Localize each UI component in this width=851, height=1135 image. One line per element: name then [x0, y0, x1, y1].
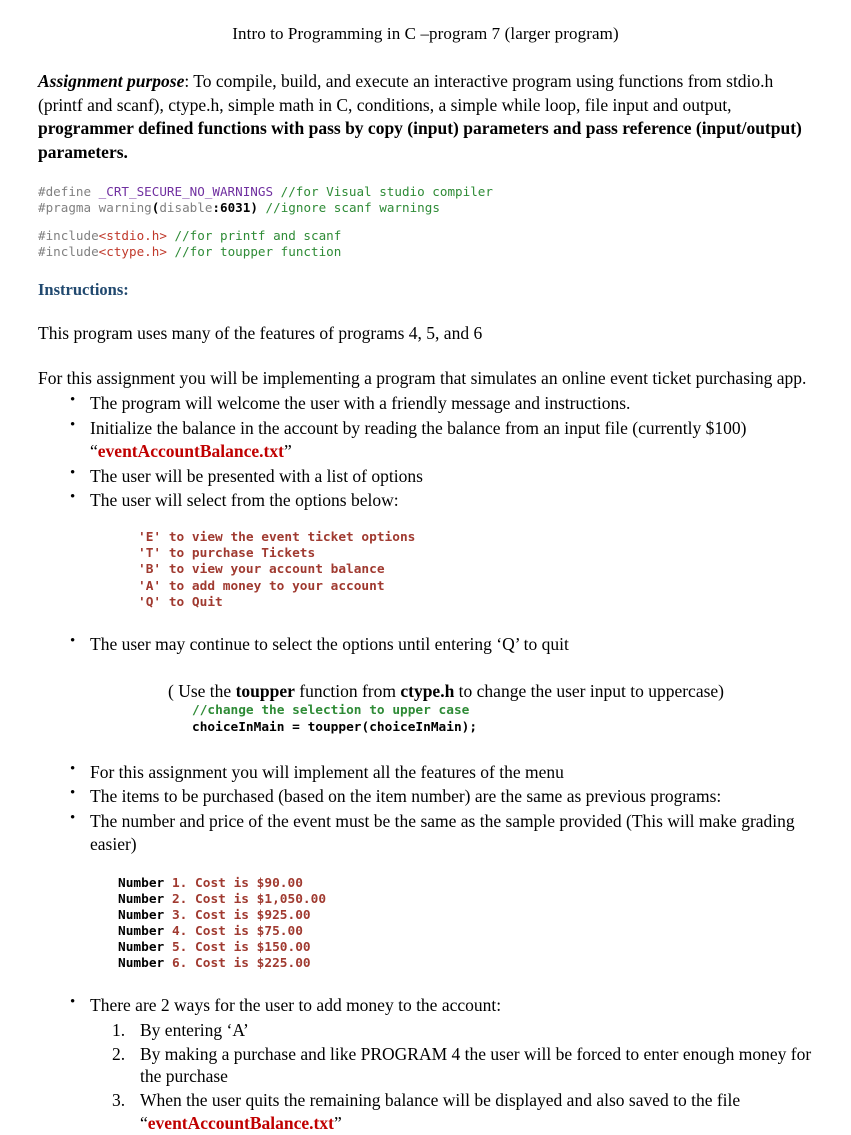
list-item-text: The user may continue to select the opti… [90, 633, 569, 654]
list-item: By making a purchase and like PROGRAM 4 … [112, 1043, 830, 1089]
toupper-code-statement: choiceInMain = toupper(choiceInMain); [192, 719, 478, 735]
list-item-text: The user will select from the options be… [90, 490, 399, 511]
ctype-header-name: ctype.h [400, 680, 455, 701]
list-item-text: For this assignment you will implement a… [90, 761, 564, 782]
file-reference: eventAccountBalance.txt [147, 1112, 334, 1133]
list-item: By entering ‘A’ [112, 1019, 830, 1042]
list-item-text: The program will welcome the user with a… [90, 393, 631, 414]
price-row-label: Number [118, 891, 172, 907]
toupper-code-block: //change the selection to upper case cho… [192, 703, 851, 736]
preprocessor-code-block: #define _CRT_SECURE_NO_WARNINGS //for Vi… [38, 184, 851, 260]
assignment-purpose-paragraph: Assignment purpose: To compile, build, a… [38, 70, 814, 164]
list-item-text: Initialize the balance in the account by… [90, 418, 747, 439]
price-row-value: 4. Cost is $75.00 [171, 923, 303, 939]
menu-option-t: 'T' to purchase Tickets [138, 546, 316, 562]
intro-paragraph: This program uses many of the features o… [38, 322, 483, 343]
file-quote-open: “ [140, 1112, 148, 1133]
toupper-note: ( Use the toupper function from ctype.h … [168, 680, 851, 703]
file-quote-close: ” [283, 440, 292, 461]
page-title: Intro to Programming in C –program 7 (la… [232, 24, 619, 43]
price-row-value: 6. Cost is $225.00 [171, 956, 311, 972]
menu-option-q: 'Q' to Quit [138, 594, 223, 610]
code-define-directive: #define [38, 184, 92, 200]
menu-option-e: 'E' to view the event ticket options [138, 530, 416, 546]
assignment-paragraph: For this assignment you will be implemen… [38, 368, 807, 389]
code-include-ctype-comment: //for toupper function [166, 244, 342, 260]
list-item: For this assignment you will implement a… [70, 760, 816, 784]
toupper-function-name: toupper [235, 680, 295, 701]
menu-option-b: 'B' to view your account balance [138, 562, 385, 578]
price-row-value: 3. Cost is $925.00 [171, 907, 311, 923]
code-include-stdio-directive: #include [38, 228, 99, 244]
code-pragma-paren-close: ) [250, 200, 258, 216]
toupper-note-pre: ( Use the [168, 680, 236, 701]
file-quote-close: ” [333, 1112, 342, 1133]
list-item-text: When the user quits the remaining balanc… [140, 1090, 741, 1111]
list-item-text: By making a purchase and like PROGRAM 4 … [140, 1043, 812, 1087]
code-include-ctype-header: <ctype.h> [98, 244, 167, 260]
toupper-note-post: to change the user input to uppercase) [454, 680, 724, 701]
list-item-text: By entering ‘A’ [140, 1019, 249, 1040]
price-row-label: Number [118, 923, 172, 939]
price-row-value: 5. Cost is $150.00 [171, 939, 311, 955]
price-row-value: 1. Cost is $90.00 [171, 875, 303, 891]
menu-option-a: 'A' to add money to your account [138, 578, 385, 594]
code-include-stdio-header: <stdio.h> [98, 228, 167, 244]
code-include-stdio-comment: //for printf and scanf [166, 228, 342, 244]
file-reference: eventAccountBalance.txt [97, 440, 284, 461]
price-list-code-block: Number 1. Cost is $90.00 Number 2. Cost … [118, 876, 851, 973]
list-item: When the user quits the remaining balanc… [112, 1089, 830, 1135]
list-item: Initialize the balance in the account by… [70, 416, 816, 463]
code-include-ctype-directive: #include [38, 244, 99, 260]
list-item: The items to be purchased (based on the … [70, 784, 816, 808]
list-item-text: The number and price of the event must b… [90, 811, 795, 854]
code-pragma-comment: //ignore scanf warnings [257, 200, 440, 216]
price-row-label: Number [118, 875, 172, 891]
list-item: The program will welcome the user with a… [70, 391, 816, 415]
file-quote-open: “ [90, 440, 98, 461]
list-item-text: There are 2 ways for the user to add mon… [90, 995, 502, 1016]
list-item: The user will be presented with a list o… [70, 464, 816, 488]
code-pragma-arg: disable [159, 200, 213, 216]
price-row-label: Number [118, 939, 172, 955]
list-item: There are 2 ways for the user to add mon… [70, 993, 816, 1017]
toupper-code-comment: //change the selection to upper case [192, 703, 470, 719]
price-row-label: Number [118, 907, 172, 923]
bullet-list-add-money: There are 2 ways for the user to add mon… [0, 993, 851, 1017]
code-define-comment: //for Visual studio compiler [273, 184, 493, 200]
code-pragma-directive: #pragma [38, 200, 92, 216]
list-item: The number and price of the event must b… [70, 809, 816, 856]
code-pragma-number: 6031 [220, 200, 251, 216]
document-page: Intro to Programming in C –program 7 (la… [0, 0, 851, 1133]
assignment-purpose-bold-tail: programmer defined functions with pass b… [38, 118, 802, 162]
toupper-note-mid: function from [294, 680, 401, 701]
list-item-text: The user will be presented with a list o… [90, 465, 423, 486]
list-item: The user will select from the options be… [70, 488, 816, 512]
code-define-macro: _CRT_SECURE_NO_WARNINGS [91, 184, 274, 200]
code-pragma-colon: : [212, 200, 221, 216]
code-pragma-keyword: warning [91, 200, 152, 216]
numbered-list-add-money-ways: By entering ‘A’ By making a purchase and… [0, 1019, 851, 1135]
menu-options-code-block: 'E' to view the event ticket options 'T'… [138, 530, 851, 611]
bullet-list-continue: The user may continue to select the opti… [0, 632, 851, 656]
bullet-list-features: For this assignment you will implement a… [0, 760, 851, 856]
price-row-label: Number [118, 956, 172, 972]
assignment-purpose-colon: : [184, 71, 194, 92]
assignment-purpose-label: Assignment purpose [38, 71, 185, 92]
bullet-list-requirements: The program will welcome the user with a… [0, 391, 851, 512]
price-row-value: 2. Cost is $1,050.00 [171, 891, 327, 907]
instructions-heading: Instructions: [38, 279, 129, 299]
list-item: The user may continue to select the opti… [70, 632, 816, 656]
list-item-text: The items to be purchased (based on the … [90, 786, 722, 807]
